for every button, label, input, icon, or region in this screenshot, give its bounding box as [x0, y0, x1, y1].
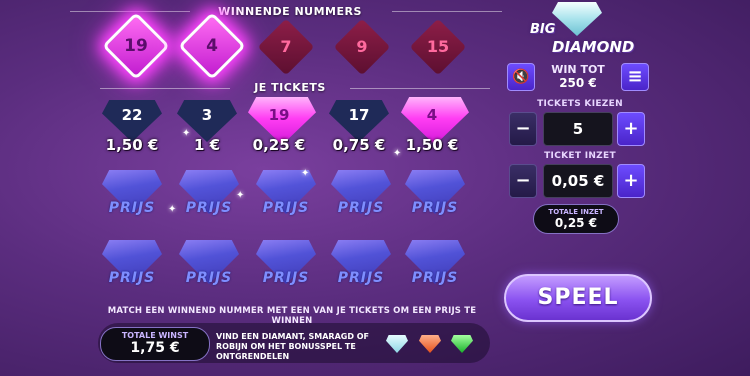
- total-bet-pill: TOTALE INZET 0,25 €: [533, 204, 619, 234]
- cover-label: PRIJS: [337, 270, 385, 286]
- total-bet-label: TOTALE INZET: [548, 208, 604, 216]
- cover-label: PRIJS: [262, 200, 310, 216]
- bonus-text: VIND EEN DIAMANT, SMARAGD OF ROBIJN OM H…: [216, 332, 370, 361]
- covered-ticket[interactable]: PRIJS: [99, 240, 165, 292]
- logo-line1: BIG: [530, 22, 556, 37]
- divider: [392, 11, 502, 12]
- covered-ticket[interactable]: PRIJS: [402, 170, 468, 222]
- ticket: 4 1,50 €: [401, 97, 469, 154]
- bet-minus-button[interactable]: −: [509, 164, 537, 198]
- win-tot-label: WIN TOT: [551, 63, 605, 76]
- total-win-label: TOTALE WINST: [121, 331, 189, 340]
- total-bet-value: 0,25 €: [554, 216, 598, 230]
- speaker-muted-icon: 🔇: [512, 69, 530, 85]
- sound-toggle-button[interactable]: 🔇: [507, 63, 535, 91]
- tickets-minus-button[interactable]: −: [509, 112, 537, 146]
- cover-label: PRIJS: [411, 270, 459, 286]
- ticket: 19 0,25 €: [248, 97, 316, 154]
- covered-ticket[interactable]: PRIJS: [99, 170, 165, 222]
- hamburger-menu-icon: ≡: [627, 66, 643, 87]
- ticket-price: 0,25 €: [252, 136, 306, 154]
- covered-ticket[interactable]: PRIJS: [176, 170, 242, 222]
- logo-line2: DIAMOND: [552, 38, 635, 56]
- tickets-count-display: 5: [543, 112, 613, 146]
- cover-label: PRIJS: [337, 200, 385, 216]
- sparkle-icon: ✦: [168, 204, 177, 215]
- tickets-kiezen-label: TICKETS KIEZEN: [537, 99, 623, 109]
- ticket-price: 1,50 €: [405, 136, 459, 154]
- divider: [100, 88, 230, 89]
- win-tot-value: 250 €: [559, 76, 597, 90]
- cover-label: PRIJS: [108, 270, 156, 286]
- ticket: 22 1,50 €: [101, 100, 163, 154]
- covered-ticket[interactable]: PRIJS: [253, 240, 319, 292]
- tickets-plus-button[interactable]: +: [617, 112, 645, 146]
- sparkle-icon: ✦: [236, 190, 245, 201]
- sparkle-icon: ✦: [393, 148, 402, 159]
- cover-label: PRIJS: [185, 270, 233, 286]
- sparkle-icon: ✦: [182, 128, 191, 139]
- ticket-number: 22: [121, 106, 143, 124]
- winning-number: 7: [280, 37, 292, 56]
- bet-plus-button[interactable]: +: [617, 164, 645, 198]
- winning-number: 4: [206, 36, 218, 56]
- divider: [70, 11, 190, 12]
- sparkle-icon: ✦: [301, 168, 310, 179]
- cover-label: PRIJS: [108, 200, 156, 216]
- cover-label: PRIJS: [411, 200, 459, 216]
- covered-ticket[interactable]: PRIJS: [176, 240, 242, 292]
- cover-label: PRIJS: [185, 200, 233, 216]
- total-win-value: 1,75 €: [130, 340, 180, 356]
- covered-ticket[interactable]: PRIJS: [328, 170, 394, 222]
- ticket: 17 0,75 €: [328, 100, 390, 154]
- ticket-number: 19: [268, 106, 290, 124]
- ticket-inzet-label: TICKET INZET: [544, 151, 616, 161]
- bet-value-display: 0,05 €: [543, 164, 613, 198]
- cover-label: PRIJS: [262, 270, 310, 286]
- winning-number: 19: [124, 36, 148, 56]
- ticket-price: 0,75 €: [332, 136, 386, 154]
- covered-ticket[interactable]: PRIJS: [402, 240, 468, 292]
- winning-number: 9: [356, 37, 368, 56]
- ticket-number: 3: [201, 106, 213, 124]
- ticket-number: 4: [426, 106, 438, 124]
- play-button[interactable]: SPEEL: [504, 274, 652, 322]
- winning-number: 15: [426, 37, 450, 56]
- total-win-pill: TOTALE WINST 1,75 €: [100, 327, 210, 361]
- ticket-price: 1,50 €: [105, 136, 159, 154]
- covered-ticket[interactable]: PRIJS: [328, 240, 394, 292]
- ticket-price: 1 €: [193, 136, 221, 154]
- divider: [350, 88, 490, 89]
- ticket-number: 17: [348, 106, 370, 124]
- tickets-title: JE TICKETS: [254, 81, 326, 94]
- menu-button[interactable]: ≡: [621, 63, 649, 91]
- winning-numbers-title: WINNENDE NUMMERS: [218, 5, 362, 18]
